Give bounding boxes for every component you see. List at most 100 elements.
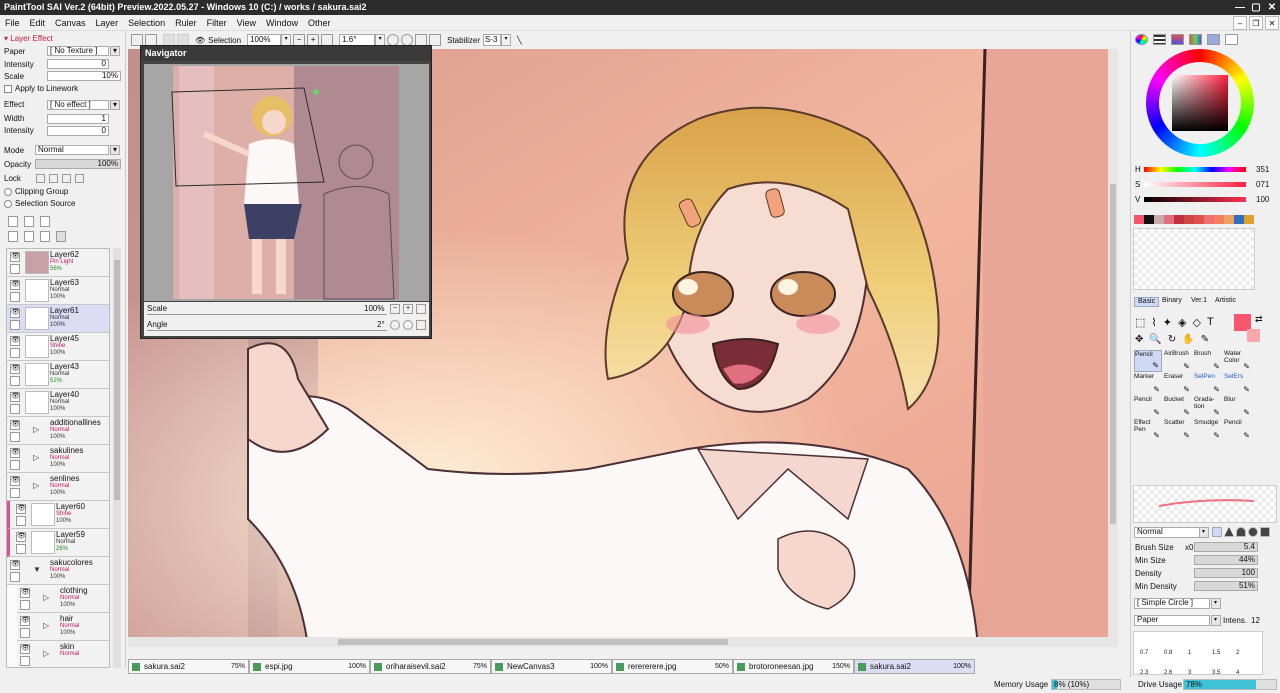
layer-lock-box[interactable] [10, 376, 20, 386]
brush-size-preset[interactable]: 2.6 [1164, 670, 1172, 676]
brush-size-preset[interactable]: 3.5 [1212, 670, 1220, 676]
brush-mode-dropdown-icon[interactable]: ▾ [1199, 527, 1209, 538]
layer-lock-box[interactable] [10, 404, 20, 414]
brush-size-preset[interactable]: 3 [1188, 670, 1191, 676]
lock-all-icon[interactable] [75, 174, 84, 183]
layer-lock-box[interactable] [10, 488, 20, 498]
nav-rotate-left-icon[interactable] [390, 320, 400, 330]
color-swatch[interactable] [1144, 215, 1154, 224]
merge-down-icon[interactable] [24, 231, 34, 242]
menu-layer[interactable]: Layer [91, 15, 124, 31]
color-swatch[interactable] [1134, 215, 1144, 224]
menu-canvas[interactable]: Canvas [50, 15, 91, 31]
menu-window[interactable]: Window [261, 15, 303, 31]
menu-other[interactable]: Other [303, 15, 336, 31]
lock-move-icon[interactable] [62, 174, 71, 183]
layer-lock-box[interactable] [20, 628, 30, 638]
color-swatch[interactable] [1224, 215, 1234, 224]
eye-icon[interactable]: 👁 [10, 252, 20, 262]
eye-icon[interactable]: 👁 [16, 504, 26, 514]
clipping-group-row[interactable]: Clipping Group [4, 186, 68, 197]
folder-expand-icon[interactable]: ▷ [43, 649, 49, 658]
brush-shape-select[interactable]: [ Simple Circle ] [1134, 598, 1210, 609]
layer-item[interactable]: 👁 Layer43 Normal 52% [7, 361, 109, 389]
layer-item[interactable]: 👁 Layer62 Pin Light 56% [7, 249, 109, 277]
min-density-slider[interactable]: 51% [1194, 581, 1258, 591]
intensity2-slider[interactable]: 0 [47, 126, 109, 136]
brush-size-preset[interactable]: 4 [1236, 670, 1239, 676]
menu-selection[interactable]: Selection [123, 15, 170, 31]
menu-edit[interactable]: Edit [25, 15, 51, 31]
rotate-tool-icon[interactable]: ↻ [1168, 334, 1176, 345]
trash-icon[interactable] [56, 231, 66, 242]
lasso-icon[interactable]: ⌇ [1151, 316, 1156, 329]
document-tab[interactable]: sakura.sai2 75% [128, 659, 249, 674]
color-palette-grid[interactable] [1133, 228, 1255, 290]
brush-texture-select[interactable]: Paper [1134, 615, 1210, 626]
tool-pencil[interactable]: Pencil ✎ [1224, 419, 1252, 441]
brush-size-slider[interactable]: 5.4 [1194, 542, 1258, 552]
clear-layer-icon[interactable] [40, 231, 50, 242]
color-swatch[interactable] [1194, 215, 1204, 224]
layer-lock-box[interactable] [20, 600, 30, 610]
new-layer-icon[interactable] [8, 216, 18, 227]
text-icon[interactable]: T [1207, 316, 1214, 329]
hand-icon[interactable]: ✋ [1182, 334, 1194, 345]
brush-size-preset[interactable]: 2.3 [1140, 670, 1148, 676]
paper-dropdown-icon[interactable]: ▾ [110, 46, 120, 56]
move-icon[interactable]: ✥ [1135, 334, 1143, 345]
eye-icon[interactable]: 👁 [10, 280, 20, 290]
shape-icon[interactable]: ◇ [1192, 316, 1200, 329]
opacity-slider[interactable]: 100% [35, 159, 121, 169]
menu-ruler[interactable]: Ruler [170, 15, 202, 31]
folder-collapse-icon[interactable]: ▼ [33, 565, 41, 574]
tool-selers[interactable]: SelErs ✎ [1224, 373, 1252, 395]
tool-blur[interactable]: Blur ✎ [1224, 396, 1252, 418]
folder-item[interactable]: 👁 ▷ sakulines Normal 100% [7, 445, 109, 473]
folder-item-open[interactable]: 👁 ▼ sakucolores Normal 100% [7, 557, 109, 585]
tool-eraser[interactable]: Eraser ✎ [1164, 373, 1192, 395]
blend-mode-dropdown-icon[interactable]: ▾ [110, 145, 120, 155]
apply-linework-checkbox[interactable] [4, 84, 12, 93]
intensity-slider[interactable]: 0 [47, 59, 109, 69]
saturation-slider[interactable] [1144, 182, 1246, 187]
layer-lock-box[interactable] [10, 460, 20, 470]
tool-effect-pen[interactable]: Effect Pen ✎ [1134, 419, 1162, 441]
tool-pencil[interactable]: Pencil ✎ [1134, 396, 1162, 418]
folder-item[interactable]: 👁 ▷ hair Normal 100% [17, 613, 109, 641]
rgb-slider-tab-icon[interactable] [1153, 34, 1166, 45]
eye-icon[interactable]: 👁 [20, 588, 30, 598]
maximize-button[interactable]: ▢ [1248, 0, 1264, 15]
brush-shape-4-icon[interactable] [1248, 527, 1258, 537]
copy-layer-icon[interactable] [8, 231, 18, 242]
color-wheel-tab-icon[interactable] [1135, 34, 1148, 45]
document-tab-active[interactable]: sakura.sai2 100% [854, 659, 975, 674]
brush-blend-mode-select[interactable]: Normal [1134, 527, 1200, 538]
blend-mode-select[interactable]: Normal [35, 145, 109, 155]
folder-expand-icon[interactable]: ▷ [33, 453, 39, 462]
menu-filter[interactable]: Filter [202, 15, 232, 31]
color-swatch[interactable] [1234, 215, 1244, 224]
rect-select-icon[interactable]: ⬚ [1135, 316, 1145, 329]
stabilizer-dropdown-icon[interactable]: ▾ [500, 34, 511, 46]
nav-zoom-out-icon[interactable]: − [390, 304, 400, 314]
hsv-slider-tab-icon[interactable] [1171, 34, 1184, 45]
tool-tab-artistic[interactable]: Artistic [1212, 297, 1239, 307]
layer-item[interactable]: 👁 Layer40 Normal 100% [7, 389, 109, 417]
layer-item[interactable]: 👁 Layer63 Normal 100% [7, 277, 109, 305]
nav-angle-slider[interactable] [147, 330, 387, 331]
brush-texture-dropdown-icon[interactable]: ▾ [1211, 615, 1221, 626]
layer-lock-box[interactable] [10, 572, 20, 582]
canvas-vertical-scrollbar[interactable] [1108, 49, 1118, 647]
scratchpad-tab-icon[interactable] [1225, 34, 1238, 45]
paper-select[interactable]: [ No Texture ] [47, 46, 109, 56]
color-swatch[interactable] [1214, 215, 1224, 224]
apply-linework-row[interactable]: Apply to Linework [4, 83, 78, 94]
swap-colors-icon[interactable]: ⇄ [1255, 314, 1263, 325]
nav-rotate-reset-icon[interactable] [416, 320, 426, 330]
selection-source-checkbox[interactable] [4, 199, 12, 208]
folder-expand-icon[interactable]: ▷ [43, 593, 49, 602]
tool-tab-ver1[interactable]: Ver.1 [1188, 297, 1210, 307]
layer-lock-box[interactable] [10, 264, 20, 274]
menu-file[interactable]: File [0, 15, 25, 31]
